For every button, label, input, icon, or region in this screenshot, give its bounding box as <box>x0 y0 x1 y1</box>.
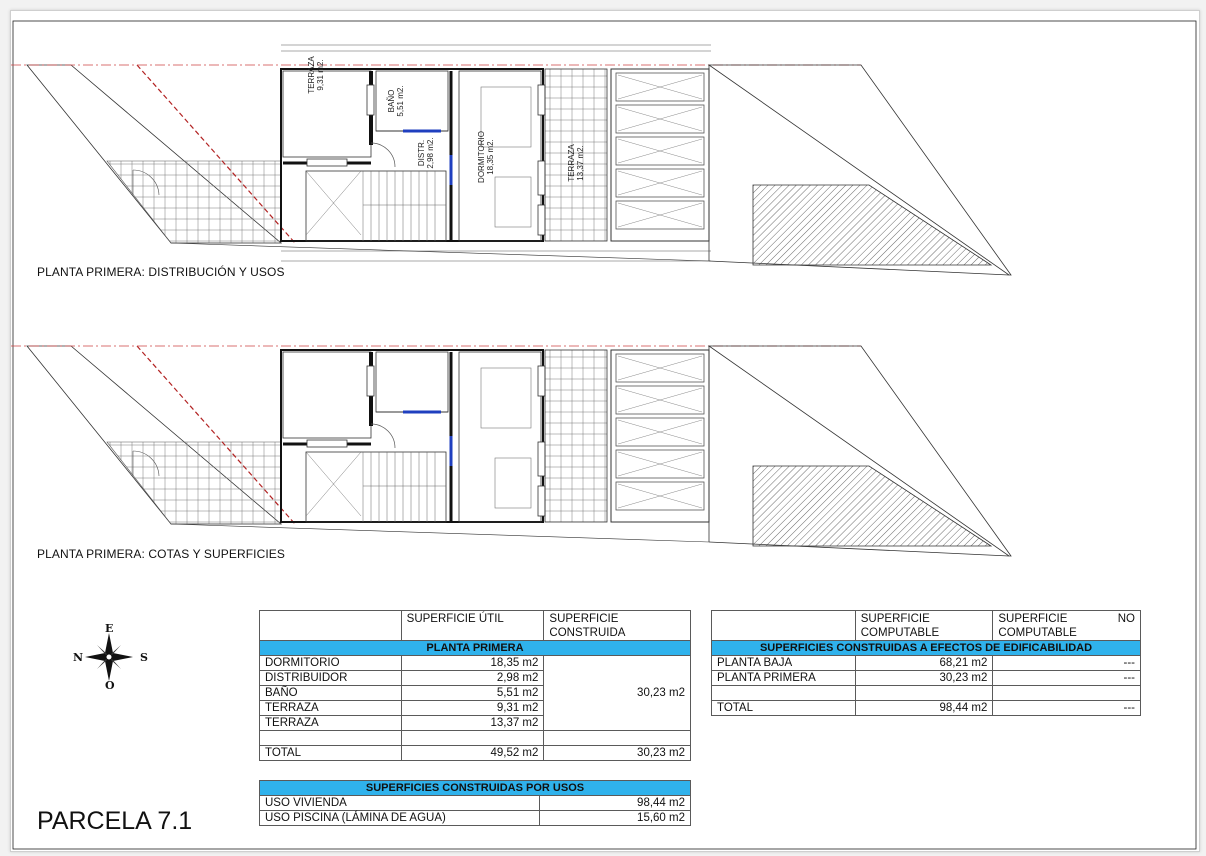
table-row: PLANTA PRIMERA 30,23 m2 --- <box>711 670 1141 686</box>
drawing-sheet: TERRAZA 9,31 m2. BAÑO 5,51 m2. DISTR. 2,… <box>10 10 1200 852</box>
table-edificabilidad: SUPERFICIE COMPUTABLE SUPERFICIE NO COMPUTA… <box>711 610 1141 716</box>
table-row: DORMITORIO 18,35 m2 30,23 m2 <box>259 655 691 731</box>
table-planta-primera: SUPERFICIE ÚTIL SUPERFICIE CONSTRUIDA PLA… <box>259 610 691 761</box>
room-area: 9,31 m2. <box>316 59 325 91</box>
room-area: 5,51 m2. <box>396 85 405 117</box>
table-total-row: TOTAL 98,44 m2 --- <box>711 700 1141 716</box>
band-edificabilidad: SUPERFICIES CONSTRUIDAS A EFECTOS DE EDI… <box>711 640 1141 656</box>
room-area: 2,98 m2. <box>426 137 435 169</box>
room-area: 13,37 m2. <box>576 145 585 181</box>
col-header-computable: SUPERFICIE COMPUTABLE <box>854 610 994 641</box>
construida-value: 30,23 m2 <box>543 655 691 731</box>
col-header-no-computable: SUPERFICIE NO COMPUTABLE <box>992 610 1141 641</box>
table-row: USO PISCINA (LÁMINA DE AGUA) 15,60 m2 <box>259 810 691 826</box>
compass-n: E <box>105 622 114 635</box>
room-name: TERRAZA <box>567 144 576 182</box>
compass-s: O <box>105 679 115 692</box>
table-row: PLANTA BAJA 68,21 m2 --- <box>711 655 1141 671</box>
table-usos: SUPERFICIES CONSTRUIDAS POR USOS USO VIV… <box>259 780 691 826</box>
room-name: TERRAZA <box>307 56 316 94</box>
table-row: USO VIVIENDA 98,44 m2 <box>259 795 691 811</box>
col-header-util: SUPERFICIE ÚTIL <box>400 610 545 641</box>
compass-w: N <box>73 651 84 664</box>
plan-top <box>11 65 1011 275</box>
parcela-title: PARCELA 7.1 <box>37 807 193 835</box>
plan-title-distribucion: PLANTA PRIMERA: DISTRIBUCIÓN Y USOS <box>37 265 285 279</box>
room-name: DISTR. <box>417 139 426 167</box>
compass-rose-icon <box>85 633 133 681</box>
room-name: BAÑO <box>387 89 396 113</box>
band-usos: SUPERFICIES CONSTRUIDAS POR USOS <box>259 780 691 796</box>
plan-bottom <box>11 346 1011 556</box>
plan-title-cotas: PLANTA PRIMERA: COTAS Y SUPERFICIES <box>37 547 286 561</box>
band-planta-primera: PLANTA PRIMERA <box>259 640 691 656</box>
room-area: 18,35 m2. <box>486 139 495 175</box>
col-header-construida: SUPERFICIE CONSTRUIDA <box>543 610 691 641</box>
compass-e: S <box>140 651 148 664</box>
room-name: DORMITORIO <box>477 131 486 183</box>
table-total-row: TOTAL 49,52 m2 30,23 m2 <box>259 745 691 761</box>
